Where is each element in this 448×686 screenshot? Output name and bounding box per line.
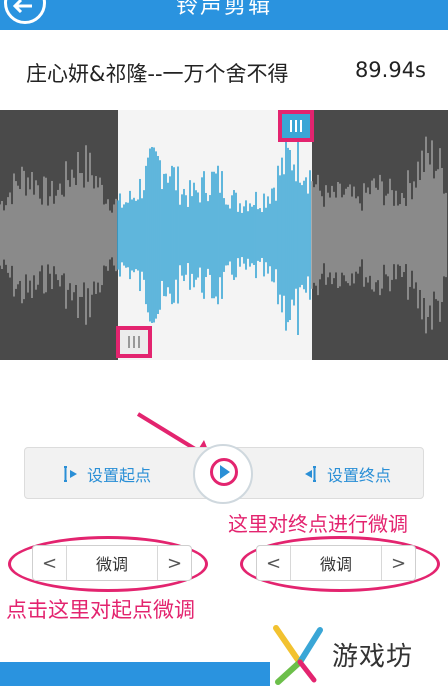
end-fine-tune-stepper: < 微调 > bbox=[256, 545, 416, 581]
set-start-label: 设置起点 bbox=[87, 466, 152, 485]
set-end-label: 设置终点 bbox=[327, 466, 392, 485]
bottom-action-bar[interactable] bbox=[0, 662, 270, 686]
play-icon bbox=[220, 465, 230, 479]
start-fine-tune-label: 微调 bbox=[95, 555, 128, 574]
watermark-logo-icon bbox=[273, 625, 323, 685]
song-duration: 89.94s bbox=[354, 58, 426, 82]
waveform bbox=[0, 110, 448, 360]
start-decrease-button[interactable]: < bbox=[33, 546, 67, 580]
page-title: 铃声剪辑 bbox=[175, 0, 272, 19]
set-start-icon bbox=[64, 466, 77, 482]
start-handle[interactable] bbox=[116, 326, 152, 358]
end-increase-button[interactable]: > bbox=[381, 546, 415, 580]
end-handle[interactable] bbox=[278, 110, 314, 142]
start-tune-annotation: 点击这里对起点微调 bbox=[6, 598, 195, 622]
start-increase-button[interactable]: > bbox=[157, 546, 191, 580]
grip-icon bbox=[290, 120, 302, 132]
grip-icon bbox=[128, 336, 140, 348]
watermark-text: 游戏坊 bbox=[332, 642, 414, 672]
set-end-icon bbox=[305, 466, 316, 482]
waveform-editor[interactable] bbox=[0, 110, 448, 360]
end-tune-annotation: 这里对终点进行微调 bbox=[228, 512, 408, 536]
waveform-selected-region bbox=[118, 110, 312, 360]
start-fine-tune-stepper: < 微调 > bbox=[32, 545, 192, 581]
ringtone-editor-screen: 铃声剪辑 庄心妍&祁隆--一万个舍不得 89.94s 设置起点 设置终点 这里对… bbox=[0, 0, 448, 686]
end-decrease-button[interactable]: < bbox=[257, 546, 291, 580]
header-bar: 铃声剪辑 bbox=[0, 0, 448, 30]
song-title: 庄心妍&祁隆--一万个舍不得 bbox=[26, 62, 289, 86]
watermark: 游戏坊 bbox=[270, 622, 448, 686]
set-start-button[interactable]: 设置起点 bbox=[61, 448, 151, 500]
end-fine-tune-label: 微调 bbox=[319, 555, 352, 574]
set-end-button[interactable]: 设置终点 bbox=[301, 448, 391, 500]
